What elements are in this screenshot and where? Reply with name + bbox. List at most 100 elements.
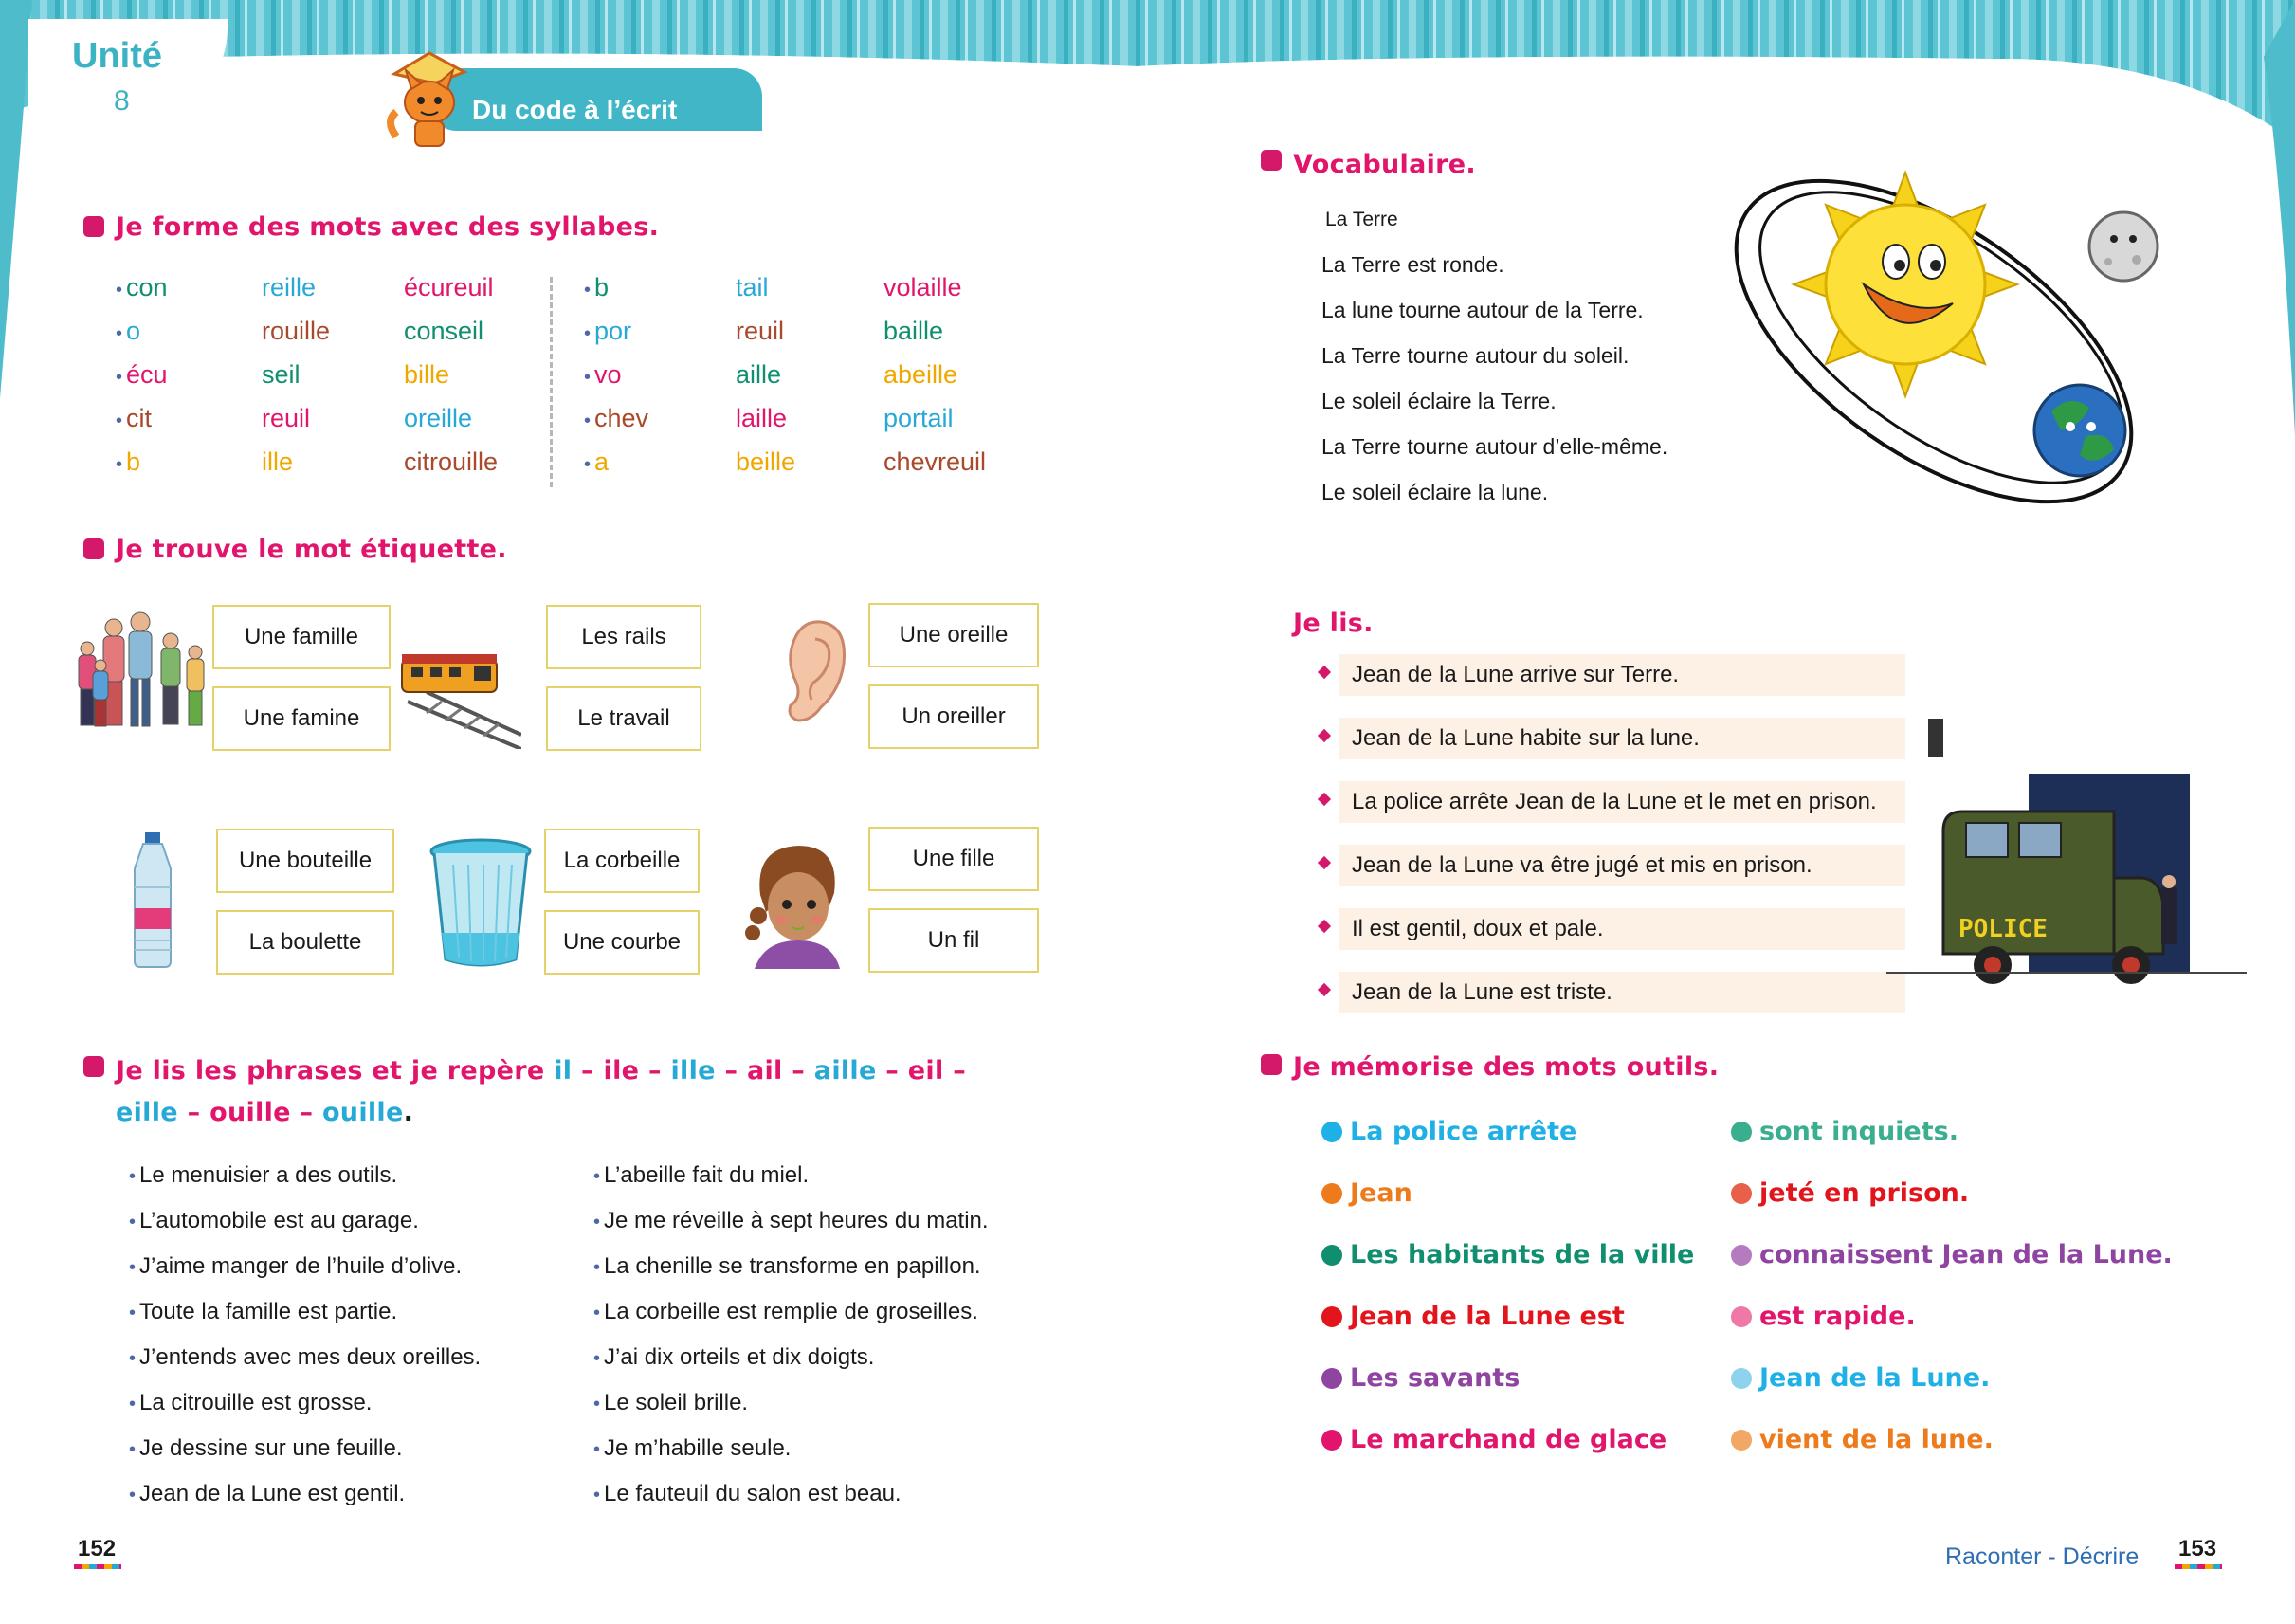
sound-marker: eille xyxy=(116,1098,178,1127)
syllable-item: rouille xyxy=(262,317,330,346)
train-on-rails-icon xyxy=(401,654,521,749)
syllable-item: baille xyxy=(883,317,943,346)
sentence-item: • Toute la famille est partie. xyxy=(129,1299,397,1325)
syllable-item: • écu xyxy=(116,360,168,390)
sound-marker: ille xyxy=(670,1056,716,1086)
syllable-text: laille xyxy=(736,404,788,432)
bullet-icon: • xyxy=(116,411,123,431)
syllable-text: a xyxy=(594,447,610,476)
jelis-line: Jean de la Lune va être jugé et mis en p… xyxy=(1339,845,1905,886)
bullet-icon: • xyxy=(593,1212,601,1232)
syllable-text: o xyxy=(126,317,141,345)
syllable-text: tail xyxy=(736,273,769,301)
vocab-line: Le soleil éclaire la lune. xyxy=(1321,480,1549,504)
sentence-item: • J’ai dix orteils et dix doigts. xyxy=(593,1344,874,1371)
sentence-text: Je me réveille à sept heures du matin. xyxy=(604,1208,989,1233)
marker-separator: – xyxy=(572,1056,604,1086)
label-box-un-oreiller[interactable]: Un oreiller xyxy=(868,684,1039,749)
sentence-text: L’automobile est au garage. xyxy=(139,1208,419,1233)
label-box-une-fille[interactable]: Une fille xyxy=(868,827,1039,891)
right-edge-stripe xyxy=(2264,0,2295,436)
sun-earth-moon-orbit-illustration-icon xyxy=(1734,170,2159,504)
sentence-item: • Jean de la Lune est gentil. xyxy=(129,1481,405,1507)
sentence-item: • La corbeille est remplie de groseilles. xyxy=(593,1299,978,1325)
memo-text: vient de la lune. xyxy=(1759,1425,1994,1454)
sentence-item: • Je dessine sur une feuille. xyxy=(129,1435,403,1462)
syllable-item: volaille xyxy=(883,273,962,302)
right-footer-stripe xyxy=(2175,1564,2222,1569)
sentence-text: Toute la famille est partie. xyxy=(139,1299,398,1324)
color-dot-icon xyxy=(1731,1305,1752,1327)
memo-text: est rapide. xyxy=(1759,1302,1916,1331)
bullet-icon xyxy=(1317,792,1332,807)
sentence-text: Je dessine sur une feuille. xyxy=(139,1435,403,1461)
memo-item: La police arrête xyxy=(1321,1117,1576,1146)
color-dot-icon xyxy=(1321,1244,1342,1266)
sentence-item: • La chenille se transforme en papillon. xyxy=(593,1253,981,1280)
syllable-item: tail xyxy=(736,273,769,302)
label-box-les-rails[interactable]: Les rails xyxy=(546,605,701,669)
sound-marker: ail xyxy=(746,1056,783,1086)
ear-illustration-icon xyxy=(788,620,846,722)
bullet-icon: • xyxy=(584,411,592,431)
sentence-item: • Le menuisier a des outils. xyxy=(129,1162,397,1189)
water-bottle-icon xyxy=(134,832,172,968)
jelis-section-title: Je lis. xyxy=(1293,609,1374,638)
bullet-icon: • xyxy=(593,1348,601,1369)
bullet-icon xyxy=(1317,919,1332,934)
syllable-text: b xyxy=(126,447,141,476)
sound-marker: il xyxy=(554,1056,573,1086)
label-box-une-famille[interactable]: Une famille xyxy=(212,605,391,669)
vocab-line: La Terre tourne autour du soleil. xyxy=(1321,343,1630,368)
left-page-number: 152 xyxy=(78,1536,117,1561)
label-box-la-corbeille[interactable]: La corbeille xyxy=(544,829,700,893)
section-marker xyxy=(1261,150,1282,171)
vocab-line: La Terre est ronde. xyxy=(1321,252,1504,277)
bullet-icon: • xyxy=(129,1166,137,1187)
jelis-line: Jean de la Lune est triste. xyxy=(1339,972,1905,1013)
label-box-une-famine[interactable]: Une famine xyxy=(212,686,391,751)
bullet-icon: • xyxy=(129,1212,137,1232)
sound-marker: ouille xyxy=(209,1098,291,1127)
label-box-la-boulette[interactable]: La boulette xyxy=(216,910,394,975)
bullet-icon: • xyxy=(584,323,592,344)
label-box-une-oreille[interactable]: Une oreille xyxy=(868,603,1039,667)
label-box-un-fil[interactable]: Un fil xyxy=(868,908,1039,973)
syllable-item: • b xyxy=(116,447,140,477)
color-dot-icon xyxy=(1731,1367,1752,1389)
syllable-text: chev xyxy=(594,404,649,432)
bullet-icon: • xyxy=(116,367,123,388)
sentence-item: • La citrouille est grosse. xyxy=(129,1390,372,1416)
vocab-section-title: Vocabulaire. xyxy=(1293,150,1476,179)
syllable-item: ille xyxy=(262,447,293,477)
syllable-text: chevreuil xyxy=(883,447,987,476)
syllable-text: reuil xyxy=(736,317,785,345)
syllable-item: citrouille xyxy=(404,447,498,477)
right-page-number: 153 xyxy=(2178,1536,2217,1561)
syllable-text: baille xyxy=(883,317,944,345)
color-dot-icon xyxy=(1321,1367,1342,1389)
sound-marker: eil xyxy=(907,1056,944,1086)
label-box-une-courbe[interactable]: Une courbe xyxy=(544,910,700,975)
vocab-line: Le soleil éclaire la Terre. xyxy=(1321,389,1557,413)
sentence-item: • L’abeille fait du miel. xyxy=(593,1162,809,1189)
label-box-une-bouteille[interactable]: Une bouteille xyxy=(216,829,394,893)
jelis-line: La police arrête Jean de la Lune et le m… xyxy=(1339,781,1905,823)
bullet-icon xyxy=(1317,665,1332,680)
memo-item: est rapide. xyxy=(1731,1302,1916,1331)
sentence-item: • Je me réveille à sept heures du matin. xyxy=(593,1208,989,1234)
syllable-item: abeille xyxy=(883,360,957,390)
syllable-text: volaille xyxy=(883,273,962,301)
syllable-text: vo xyxy=(594,360,622,389)
bullet-icon: • xyxy=(593,1257,601,1278)
syllable-item: reille xyxy=(262,273,316,302)
syllable-text: citrouille xyxy=(404,447,499,476)
section-marker xyxy=(83,538,104,559)
syllable-item: • b xyxy=(584,273,609,302)
syllable-item: • chev xyxy=(584,404,648,433)
syllable-item: oreille xyxy=(404,404,472,433)
left-footer-stripe xyxy=(74,1564,121,1569)
label-box-le-travail[interactable]: Le travail xyxy=(546,686,701,751)
syllable-text: b xyxy=(594,273,610,301)
sentence-text: Je m’habille seule. xyxy=(604,1435,792,1461)
